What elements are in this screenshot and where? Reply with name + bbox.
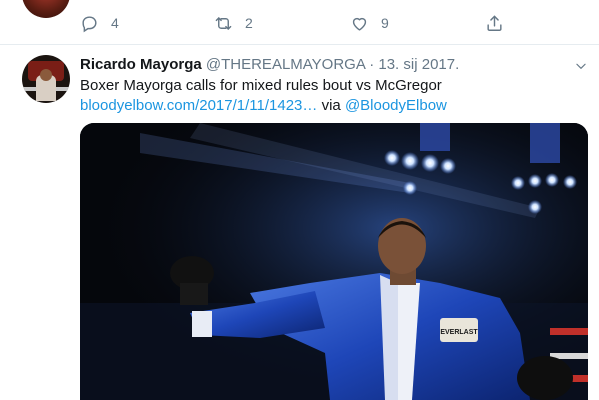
reply-count: 4 (111, 15, 119, 31)
header-separator: · (369, 56, 375, 73)
tweet-header: Ricardo Mayorga @THEREALMAYORGA · 13. si… (80, 55, 459, 75)
reply-icon (82, 15, 97, 32)
retweet-icon (215, 16, 232, 30)
tweet-text: Boxer Mayorga calls for mixed rules bout… (80, 77, 442, 94)
share-icon (487, 15, 502, 31)
author-avatar[interactable] (22, 55, 70, 103)
like-icon (352, 17, 367, 31)
author-handle[interactable]: @THEREALMAYORGA (206, 56, 365, 73)
retweet-button[interactable]: 2 (214, 12, 253, 34)
reply-button[interactable]: 4 (80, 12, 119, 34)
via-label: via (321, 97, 341, 114)
boxer-photo: EVERLAST (80, 123, 588, 400)
article-link[interactable]: bloodyelbow.com/2017/1/11/1423… (80, 97, 317, 114)
tweet-media-photo[interactable]: EVERLAST (80, 123, 588, 400)
share-button[interactable] (485, 12, 516, 34)
tweet-date[interactable]: 13. sij 2017. (378, 56, 459, 73)
chevron-down-icon[interactable] (574, 59, 588, 73)
like-button[interactable]: 9 (350, 12, 389, 34)
retweet-count: 2 (245, 15, 253, 31)
tweet-link-line: bloodyelbow.com/2017/1/11/1423… via @Blo… (80, 96, 447, 116)
author-name[interactable]: Ricardo Mayorga (80, 56, 202, 73)
previous-tweet-avatar[interactable] (22, 0, 70, 18)
like-count: 9 (381, 15, 389, 31)
everlast-logo: EVERLAST (440, 329, 478, 336)
tweet[interactable]: Ricardo Mayorga @THEREALMAYORGA · 13. si… (0, 45, 599, 400)
previous-tweet[interactable]: 4 2 9 (0, 0, 599, 45)
via-handle-link[interactable]: @BloodyElbow (345, 97, 447, 114)
